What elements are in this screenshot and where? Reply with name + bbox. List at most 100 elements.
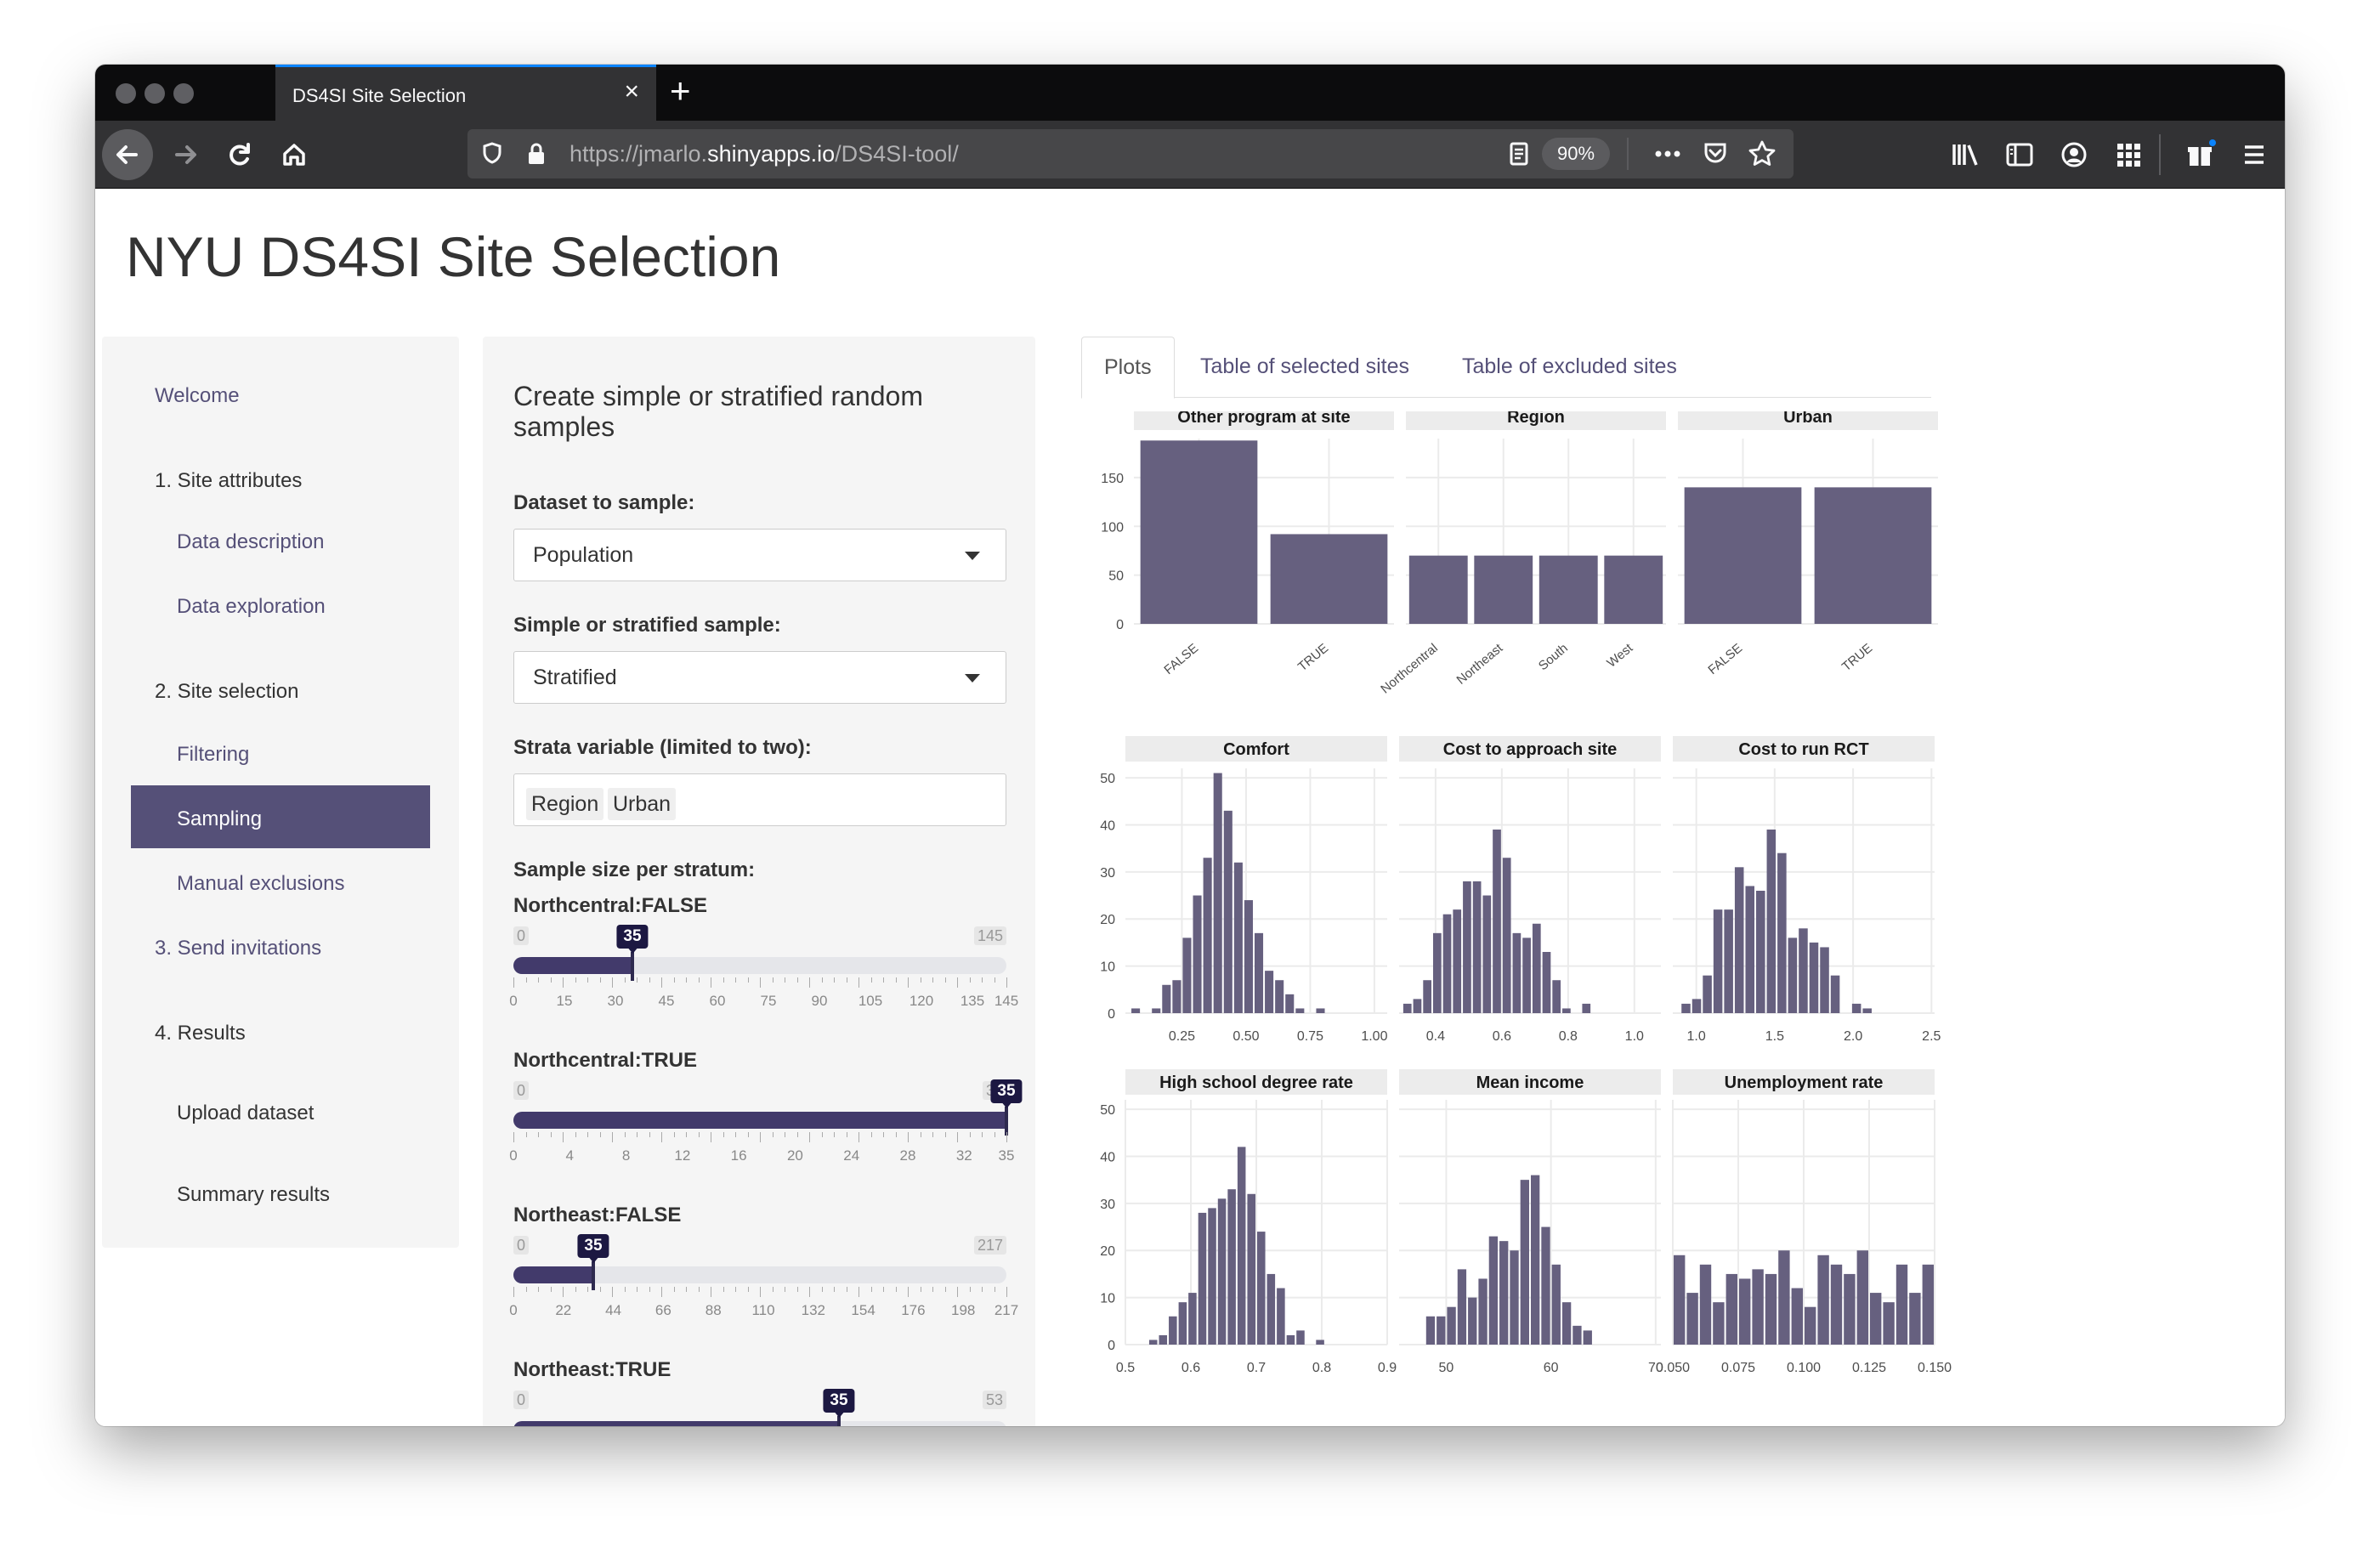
slider-tick-label: 15 (556, 993, 573, 1009)
home-icon[interactable] (270, 131, 318, 178)
gift-icon[interactable] (2178, 133, 2222, 191)
slider-tick (870, 1287, 872, 1292)
strata-multiselect[interactable]: Region Urban (513, 773, 1006, 826)
sample-size-slider[interactable]: 0 53 35 (513, 1389, 1006, 1426)
forward-arrow-icon[interactable] (162, 131, 209, 178)
tab-strip: DS4SI Site Selection × + (95, 65, 2285, 121)
sidebar-item-manual-exclusions[interactable]: Manual exclusions (177, 872, 344, 896)
histogram-bar (1799, 928, 1808, 1013)
sidebar-item-data-exploration[interactable]: Data exploration (177, 595, 326, 619)
histogram-bar (1777, 852, 1787, 1013)
x-tick-label: West (1604, 641, 1636, 671)
tab-close-icon[interactable]: × (624, 79, 639, 105)
slider-tick-label: 75 (760, 993, 777, 1009)
url-text[interactable]: https://jmarlo.shinyapps.io/DS4SI-tool/ (570, 141, 959, 167)
slider-tick (722, 1132, 724, 1137)
histogram-bar (1208, 1208, 1216, 1345)
sample-size-slider[interactable]: 0 217 35 0 22 44 66 88 110 132 154 176 198 217 (509, 1234, 1018, 1338)
slider-tick (722, 977, 724, 983)
sidebar-icon[interactable] (1998, 133, 2042, 191)
slider-tick (772, 977, 774, 983)
tab-selected-sites[interactable]: Table of selected sites (1178, 337, 1431, 398)
histogram-bar (1791, 1288, 1803, 1345)
slider-handle[interactable] (1005, 1107, 1008, 1136)
histogram-bar (1193, 895, 1202, 1013)
apps-grid-icon[interactable] (2106, 133, 2150, 191)
reader-view-icon[interactable] (1506, 134, 1532, 185)
sidebar-item-sampling[interactable]: Sampling (177, 807, 262, 831)
x-tick-label: 0.8 (1312, 1361, 1331, 1375)
window-minimize-dot[interactable] (144, 83, 165, 104)
strata-tag[interactable]: Region (526, 788, 604, 820)
slider-fill (513, 1112, 1006, 1129)
slider-tick (747, 1132, 749, 1137)
tab-plots[interactable]: Plots (1081, 337, 1175, 399)
slider-tick (760, 977, 761, 988)
slider-tick (612, 1287, 613, 1297)
shield-icon[interactable] (479, 134, 505, 185)
histogram-bar (1182, 937, 1192, 1013)
dataset-select[interactable]: Population (513, 529, 1006, 581)
strata-tag[interactable]: Urban (608, 788, 677, 820)
slider-value-bubble: 35 (823, 1389, 855, 1418)
slider-value-bubble: 35 (616, 925, 649, 954)
url-prefix: https://jmarlo. (570, 141, 708, 167)
sidebar-section-site-selection[interactable]: 2. Site selection (155, 680, 298, 704)
sidebar-section-send-invitations[interactable]: 3. Send invitations (155, 937, 321, 960)
y-tick-label: 50 (1108, 569, 1124, 584)
pocket-icon[interactable] (1702, 134, 1729, 185)
sample-size-slider[interactable]: 0353504812162024283235 (509, 1079, 1023, 1183)
library-icon[interactable] (1943, 133, 1987, 191)
slider-tick-label: 217 (994, 1302, 1019, 1318)
output-tabs: Plots Table of selected sites Table of e… (1081, 337, 1931, 399)
slider-tick (624, 1132, 626, 1137)
slider-tick (1006, 1287, 1007, 1297)
sidebar-item-filtering[interactable]: Filtering (177, 743, 249, 767)
reload-icon[interactable] (216, 131, 264, 178)
histogram-bar (1178, 1302, 1187, 1345)
histogram-bar (1686, 1293, 1698, 1345)
slider-tick (735, 1287, 736, 1292)
star-icon[interactable] (1748, 134, 1776, 185)
window-zoom-dot[interactable] (173, 83, 194, 104)
slider-tick (563, 977, 564, 988)
new-tab-icon[interactable]: + (670, 73, 691, 109)
facet-title: Comfort (1223, 740, 1289, 759)
histogram-bar (1851, 1003, 1862, 1013)
lock-icon[interactable] (524, 134, 549, 185)
sample-size-slider[interactable]: 0 145 35 0 15 30 45 60 75 90 105 120 135 145 (509, 925, 1018, 1028)
sidebar-item-welcome[interactable]: Welcome (155, 384, 240, 408)
sidebar-item-data-description[interactable]: Data description (177, 530, 324, 554)
tab-excluded-sites[interactable]: Table of excluded sites (1440, 337, 1699, 398)
histogram-bar (1244, 900, 1253, 1013)
sample-type-select[interactable]: Stratified (513, 651, 1006, 704)
browser-tab[interactable]: DS4SI Site Selection × (275, 65, 656, 121)
facet-title: High school degree rate (1159, 1073, 1353, 1092)
histogram-bar (1295, 1008, 1305, 1013)
slider-handle[interactable] (631, 952, 634, 981)
histogram-bar (1830, 1264, 1843, 1345)
slider-tick-label: 8 (621, 1147, 631, 1164)
slider-min-label: 0 (513, 1391, 530, 1409)
back-arrow-icon[interactable] (102, 129, 153, 180)
more-icon[interactable] (1651, 134, 1685, 185)
window-close-dot[interactable] (116, 83, 136, 104)
url-bar[interactable]: https://jmarlo.shinyapps.io/DS4SI-tool/ … (468, 129, 1794, 178)
slider-tick (612, 977, 613, 988)
slider-tick (809, 1132, 810, 1142)
sidebar-item-summary-results[interactable]: Summary results (177, 1183, 330, 1207)
histogram-bar (1817, 1255, 1829, 1345)
sidebar-item-upload-dataset[interactable]: Upload dataset (177, 1102, 314, 1125)
histogram-bar (1896, 1264, 1908, 1345)
sidebar-section-results[interactable]: 4. Results (155, 1022, 246, 1045)
hamburger-menu-icon[interactable] (2232, 133, 2276, 191)
slider-tick (637, 977, 638, 983)
x-tick-label: FALSE (1705, 641, 1745, 677)
account-icon[interactable] (2052, 133, 2096, 191)
y-tick-label: 40 (1100, 1150, 1115, 1164)
zoom-level[interactable]: 90% (1542, 138, 1610, 170)
sidebar-section-site-attributes[interactable]: 1. Site attributes (155, 469, 302, 493)
slider-ticks (513, 1287, 1007, 1299)
slider-tick (624, 1287, 626, 1292)
slider-handle[interactable] (592, 1261, 595, 1290)
